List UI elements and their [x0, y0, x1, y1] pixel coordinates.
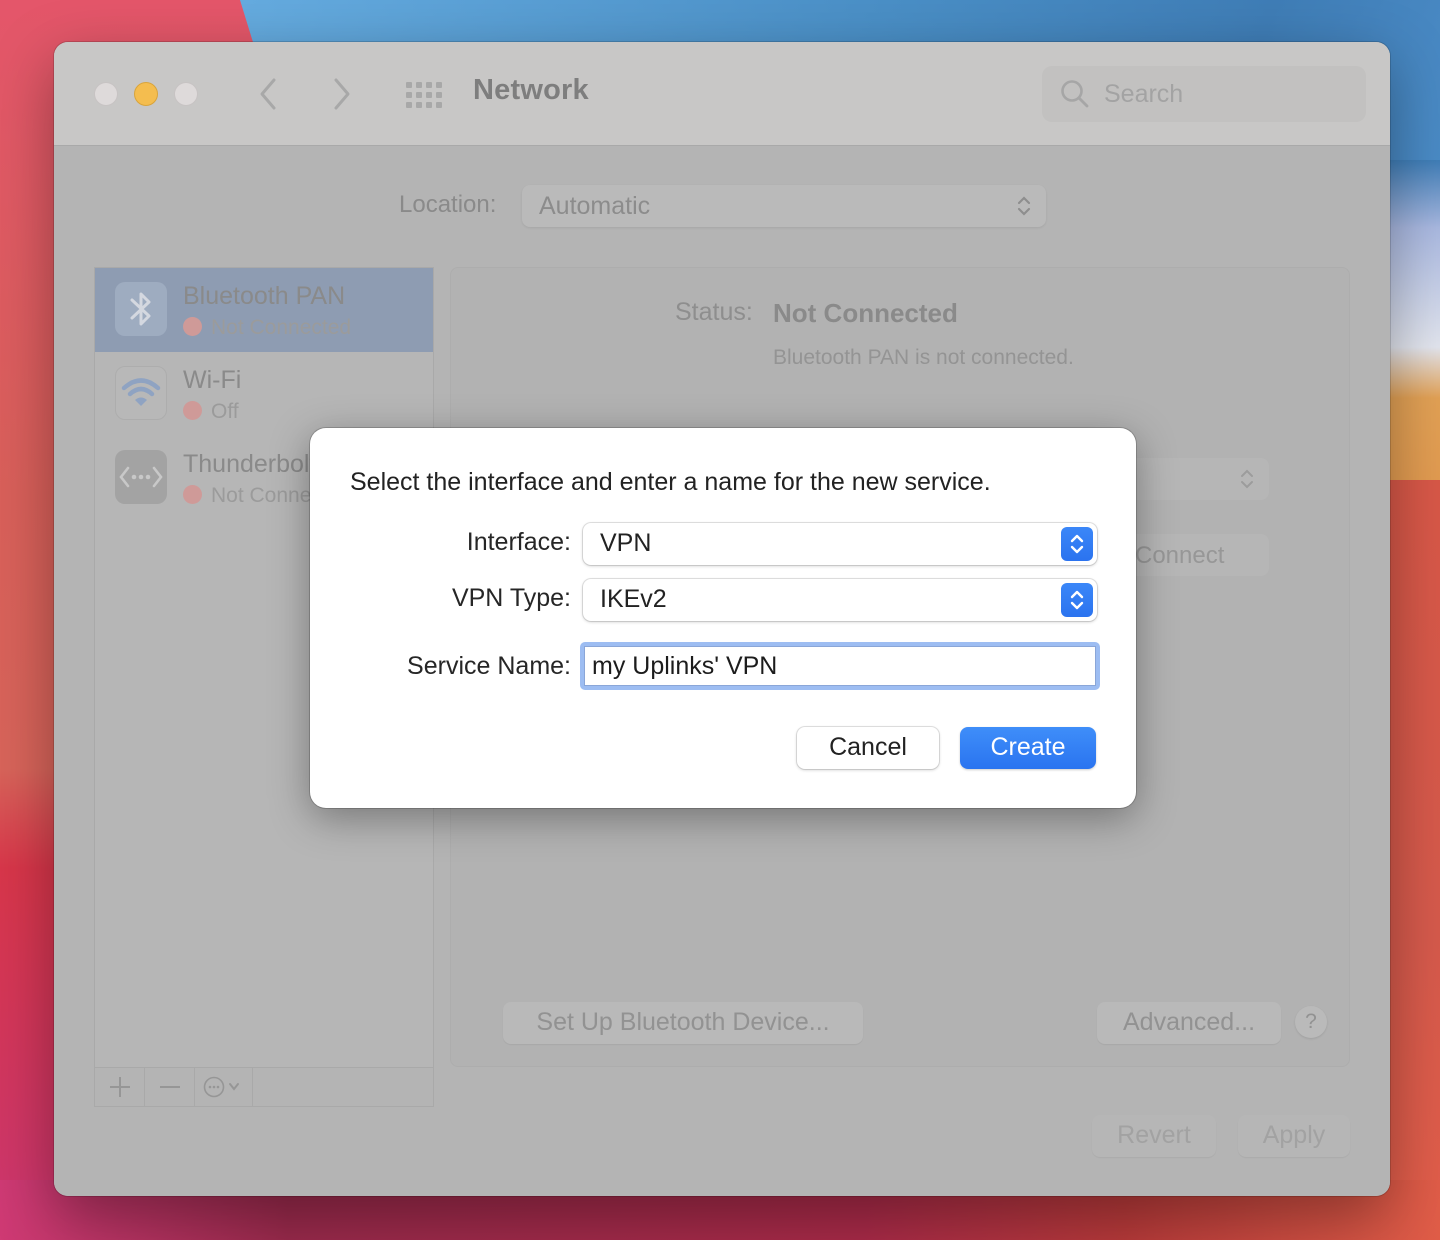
search-icon — [1061, 80, 1089, 108]
search-input[interactable] — [1104, 74, 1344, 114]
wifi-icon — [115, 366, 167, 420]
setup-bluetooth-device-button[interactable]: Set Up Bluetooth Device... — [503, 1002, 863, 1044]
service-name-input[interactable] — [584, 646, 1096, 686]
bluetooth-icon — [115, 282, 167, 336]
updown-chevron-icon — [1017, 196, 1031, 216]
vpn-type-popup[interactable]: IKEv2 — [583, 579, 1097, 621]
interface-value: VPN — [600, 529, 652, 557]
revert-button[interactable]: Revert — [1092, 1115, 1216, 1157]
vpn-type-label: VPN Type: — [451, 584, 571, 612]
status-description: Bluetooth PAN is not connected. — [773, 346, 1074, 369]
service-list-toolbar — [94, 1067, 434, 1107]
service-item-bluetooth-pan[interactable]: Bluetooth PAN Not Connected — [95, 268, 433, 352]
window-title: Network — [473, 74, 589, 106]
action-menu-button[interactable] — [195, 1068, 253, 1106]
status-dot-icon — [183, 485, 202, 504]
zoom-window-button[interactable] — [174, 82, 198, 106]
dialog-message: Select the interface and enter a name fo… — [350, 468, 991, 496]
updown-chevron-icon — [1061, 527, 1093, 561]
show-all-grid-icon[interactable] — [406, 82, 442, 108]
interface-popup[interactable]: VPN — [583, 523, 1097, 565]
cancel-button[interactable]: Cancel — [797, 727, 939, 769]
service-name: Wi-Fi — [183, 366, 242, 394]
create-button[interactable]: Create — [960, 727, 1096, 769]
chevron-left-icon — [260, 78, 276, 110]
remove-service-button[interactable] — [145, 1068, 195, 1106]
apply-button[interactable]: Apply — [1238, 1115, 1350, 1157]
ellipsis-circle-icon — [203, 1076, 239, 1098]
status-value: Not Connected — [773, 298, 958, 328]
new-service-dialog: Select the interface and enter a name fo… — [310, 428, 1136, 808]
updown-chevron-icon — [1241, 469, 1253, 489]
service-status: Not Connected — [183, 316, 351, 340]
service-name-label: Service Name: — [407, 652, 571, 680]
chevron-right-icon — [334, 78, 350, 110]
location-label: Location: — [399, 191, 497, 218]
status-label: Status: — [675, 298, 753, 326]
minimize-window-button[interactable] — [134, 82, 158, 106]
service-item-wifi[interactable]: Wi-Fi Off — [95, 352, 433, 436]
status-dot-icon — [183, 401, 202, 420]
location-value: Automatic — [539, 192, 651, 220]
back-button[interactable] — [248, 72, 288, 116]
interface-label: Interface: — [466, 528, 571, 556]
updown-chevron-icon — [1061, 583, 1093, 617]
location-popup[interactable]: Automatic — [522, 185, 1046, 227]
service-name: Bluetooth PAN — [183, 282, 346, 310]
search-field[interactable] — [1042, 66, 1366, 122]
thunderbolt-bridge-icon — [115, 450, 167, 504]
forward-button[interactable] — [322, 72, 362, 116]
vpn-type-value: IKEv2 — [600, 585, 667, 613]
add-service-button[interactable] — [95, 1068, 145, 1106]
service-status: Off — [183, 400, 239, 424]
close-window-button[interactable] — [94, 82, 118, 106]
minus-icon — [159, 1086, 180, 1088]
status-dot-icon — [183, 317, 202, 336]
service-name-focus-ring — [580, 642, 1100, 690]
help-button[interactable]: ? — [1295, 1006, 1327, 1038]
titlebar: Network — [54, 42, 1390, 146]
plus-icon — [109, 1077, 130, 1097]
advanced-button[interactable]: Advanced... — [1097, 1002, 1281, 1044]
